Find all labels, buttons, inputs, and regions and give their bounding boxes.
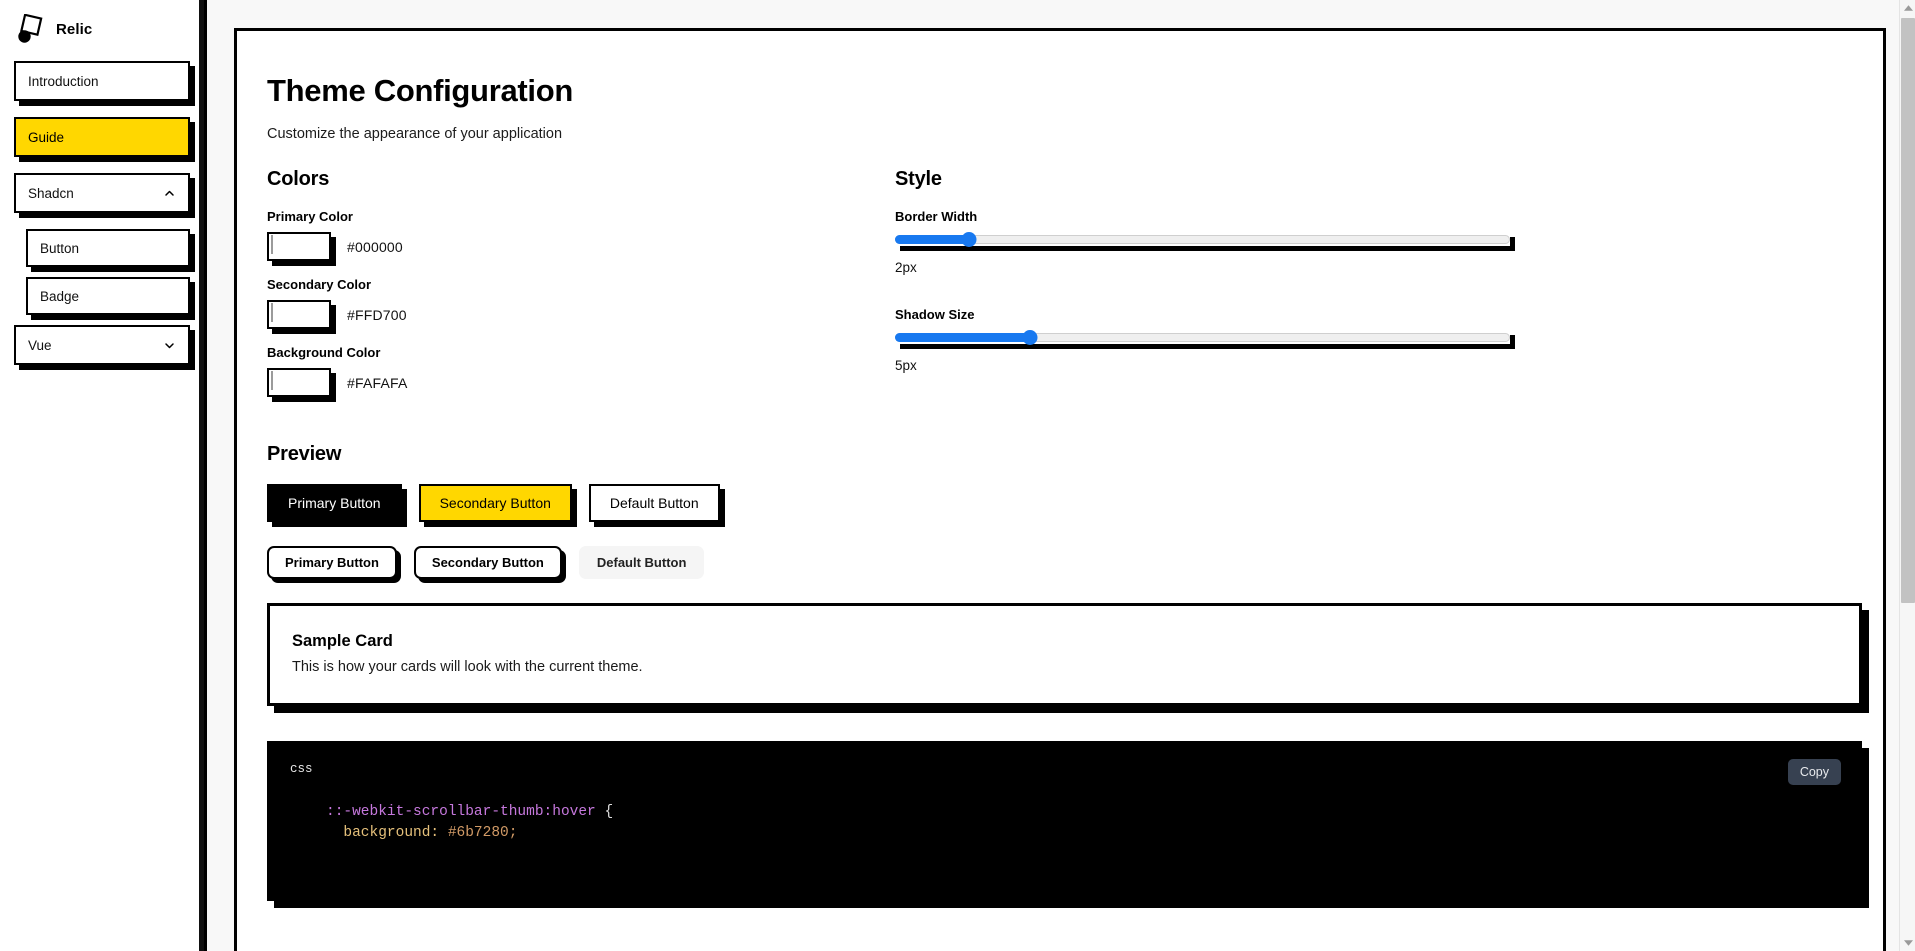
background-color-value: #FAFAFA [347, 374, 408, 391]
sample-card: Sample Card This is how your cards will … [267, 603, 1862, 706]
preview-section: Preview Primary Button Secondary Button … [265, 443, 1862, 901]
preview-secondary-button[interactable]: Secondary Button [418, 484, 572, 522]
sidebar-item-label: Badge [40, 288, 80, 304]
style-section: Style Border Width 2px Shadow Size 5px [895, 168, 1855, 413]
page-title: Theme Configuration [267, 73, 574, 108]
primary-color-label: Primary Color [267, 209, 353, 224]
shadow-size-slider-thumb[interactable] [1022, 330, 1038, 345]
preview-rounded-primary-button[interactable]: Primary Button [267, 546, 397, 579]
colors-section: Colors Primary Color #000000 Secondary C… [265, 168, 895, 413]
background-color-swatch-wrap [267, 368, 331, 397]
settings-columns: Colors Primary Color #000000 Secondary C… [265, 168, 1855, 413]
shadow-size-slider[interactable] [895, 330, 1510, 345]
secondary-color-swatch-wrap [267, 300, 331, 329]
primary-color-field: Primary Color #000000 [267, 209, 895, 261]
page-subtitle: Customize the appearance of your applica… [267, 126, 563, 142]
background-color-field: Background Color #FAFAFA [267, 345, 895, 397]
sidebar-scrollbar[interactable] [199, 0, 204, 951]
brand[interactable]: Relic [14, 0, 190, 58]
background-color-fill [271, 371, 273, 390]
shadow-size-value: 5px [895, 358, 917, 373]
page-scrollbar-thumb[interactable] [1901, 18, 1915, 603]
sidebar-item-shadcn[interactable]: Shadcn [14, 173, 190, 213]
shadow-size-slider-fill [895, 333, 1031, 342]
code-property: background: [343, 824, 440, 841]
primary-color-row: #000000 [267, 232, 895, 261]
style-section-title: Style [895, 168, 942, 190]
border-width-label: Border Width [895, 209, 978, 224]
preview-primary-button[interactable]: Primary Button [267, 484, 402, 522]
sidebar-item-badge[interactable]: Badge [26, 277, 190, 315]
primary-color-swatch-wrap [267, 232, 331, 261]
preview-rounded-button-row: Primary Button Secondary Button Default … [267, 546, 1855, 579]
code-value: #6b7280; [439, 824, 518, 841]
border-width-slider-thumb[interactable] [961, 232, 977, 247]
secondary-color-input[interactable] [267, 300, 331, 329]
sidebar-item-label: Guide [28, 129, 65, 145]
preview-rounded-default-button[interactable]: Default Button [578, 546, 705, 579]
brand-name: Relic [56, 20, 93, 38]
main-area: Theme Configuration Customize the appear… [207, 0, 1915, 951]
preview-rounded-secondary-button[interactable]: Secondary Button [413, 546, 562, 579]
shadow-size-label: Shadow Size [895, 307, 975, 322]
copy-button[interactable]: Copy [1787, 759, 1841, 785]
sample-card-title: Sample Card [292, 632, 393, 650]
sidebar-item-label: Button [40, 240, 80, 256]
sidebar-nav: Introduction Guide Shadcn Button Badge V… [14, 61, 190, 365]
code-selector: ::-webkit-scrollbar-thumb:hover [326, 804, 596, 820]
chevron-up-icon [163, 187, 176, 200]
border-width-slider-track [895, 235, 1510, 244]
code-content: ::-webkit-scrollbar-thumb:hover { backgr… [290, 802, 1839, 843]
primary-color-fill [271, 235, 273, 254]
scroll-down-arrow-icon[interactable] [1900, 935, 1915, 951]
app-root: Relic Introduction Guide Shadcn Button B… [0, 0, 1915, 951]
background-color-input[interactable] [267, 368, 331, 397]
sidebar-item-label: Introduction [28, 73, 99, 89]
sidebar-item-guide[interactable]: Guide [14, 117, 190, 157]
preview-square-button-row: Primary Button Secondary Button Default … [267, 484, 1855, 522]
scroll-up-arrow-icon[interactable] [1900, 0, 1915, 16]
secondary-color-row: #FFD700 [267, 300, 895, 329]
code-language-label: css [290, 762, 313, 776]
sidebar-scrollbar-thumb[interactable] [199, 0, 204, 951]
preview-default-button[interactable]: Default Button [588, 484, 720, 522]
chevron-down-icon [163, 339, 176, 352]
colors-section-title: Colors [267, 168, 330, 190]
border-width-value: 2px [895, 260, 917, 275]
border-width-slider-fill [895, 235, 969, 244]
shadow-size-field: Shadow Size 5px [895, 307, 1855, 373]
code-block: css Copy ::-webkit-scrollbar-thumb:hover… [267, 741, 1862, 901]
secondary-color-fill [271, 303, 273, 322]
code-brace: { [595, 804, 614, 820]
secondary-color-field: Secondary Color #FFD700 [267, 277, 895, 329]
background-color-label: Background Color [267, 345, 381, 360]
primary-color-input[interactable] [267, 232, 331, 261]
secondary-color-value: #FFD700 [347, 306, 407, 323]
content-card: Theme Configuration Customize the appear… [234, 28, 1886, 951]
sample-card-text: This is how your cards will look with th… [292, 659, 643, 675]
secondary-color-label: Secondary Color [267, 277, 372, 292]
border-width-field: Border Width 2px [895, 209, 1855, 275]
sidebar-item-button[interactable]: Button [26, 229, 190, 267]
sidebar-item-label: Shadcn [28, 185, 74, 201]
sidebar: Relic Introduction Guide Shadcn Button B… [0, 0, 207, 951]
sidebar-item-introduction[interactable]: Introduction [14, 61, 190, 101]
relic-logo-icon [16, 13, 44, 44]
sidebar-item-vue[interactable]: Vue [14, 325, 190, 365]
preview-section-title: Preview [267, 443, 342, 465]
background-color-row: #FAFAFA [267, 368, 895, 397]
page-scrollbar[interactable] [1899, 0, 1915, 951]
sidebar-item-label: Vue [28, 337, 52, 353]
primary-color-value: #000000 [347, 238, 403, 255]
border-width-slider[interactable] [895, 232, 1510, 247]
